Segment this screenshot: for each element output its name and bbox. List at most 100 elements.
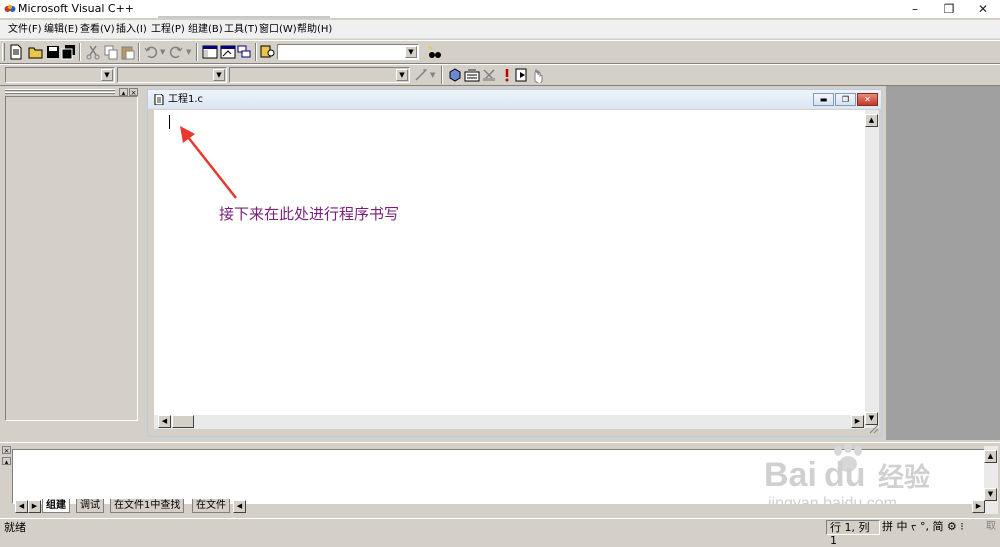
tab-find-in-files-1[interactable]: 在文件1中查找 (110, 499, 185, 513)
watermark-brand: Bai (764, 456, 817, 494)
output-hscroll-right-icon[interactable]: ▶ (972, 500, 985, 513)
menu-insert[interactable]: 插入(I) (116, 23, 147, 36)
output-hscroll-left-icon[interactable]: ◀ (233, 500, 246, 513)
watermark-url: jingyan.baidu.com (767, 495, 897, 512)
horizontal-scroll-thumb[interactable] (172, 415, 194, 428)
workspace-grip[interactable] (5, 92, 115, 94)
output-close-icon[interactable]: × (2, 446, 11, 455)
toolbar-separator (138, 43, 140, 61)
menu-tools[interactable]: 工具(T) (224, 23, 258, 36)
scroll-right-icon[interactable]: ▶ (851, 415, 864, 428)
output-scroll-up-icon[interactable]: ▲ (984, 450, 997, 463)
find-in-files-icon[interactable] (260, 44, 276, 60)
editor-close-button[interactable]: ✕ (857, 93, 878, 106)
new-text-file-icon[interactable] (8, 44, 24, 60)
ime-status[interactable]: 拼 中 ᠵ °, 简 ⚙ ⁝ (882, 520, 964, 533)
compile-icon[interactable] (447, 67, 463, 83)
document-tab-title: 工程1.c (168, 94, 204, 105)
editor-restore-button[interactable]: ❐ (835, 93, 856, 106)
workspace-grip[interactable] (5, 89, 115, 91)
close-button[interactable]: ✕ (966, 0, 1000, 18)
undo-icon[interactable] (143, 44, 159, 60)
toolbar-separator (196, 43, 198, 61)
restore-button[interactable]: ❐ (932, 0, 966, 18)
copy-icon[interactable] (103, 44, 119, 60)
redo-dropdown-icon[interactable]: ▼ (186, 48, 191, 56)
wizard-toolbar: ▼ ▼ ▼ ▼ (0, 64, 1000, 86)
editor-window: 工程1.c ▬ ❐ ✕ ▲ ▼ ◀ ▶ (147, 89, 882, 437)
standard-toolbar: ▼ ▼ ▼ (0, 40, 1000, 64)
workspace-close-icon[interactable]: × (129, 88, 138, 97)
toolbar-grip[interactable] (2, 43, 5, 61)
annotation-arrow (180, 126, 237, 199)
window-list-icon[interactable] (236, 44, 252, 60)
ime-toolbar[interactable]: 拼 中 ᠵ °, 简 ⚙ ⁝ (882, 519, 964, 535)
watermark-brand-2: du (824, 456, 866, 494)
output-window-icon[interactable] (220, 44, 236, 60)
members-combo[interactable]: ▼ (229, 67, 410, 83)
menu-project[interactable]: 工程(P) (151, 23, 185, 36)
open-folder-icon[interactable] (28, 44, 44, 60)
toolbar-separator (255, 43, 257, 61)
ime-extra: 取 (986, 521, 996, 532)
find-combo-arrow-icon[interactable]: ▼ (405, 46, 417, 58)
menu-view[interactable]: 查看(V) (80, 23, 115, 36)
save-icon[interactable] (45, 44, 61, 60)
workspace-tree[interactable] (5, 96, 138, 421)
filter-combo-arrow-icon[interactable]: ▼ (213, 69, 225, 81)
scroll-up-icon[interactable]: ▲ (865, 114, 878, 127)
baidu-jingyan-watermark: Bai du 经验 jingyan.baidu.com (764, 444, 930, 512)
mdi-background (886, 86, 1000, 440)
build-icon[interactable] (464, 67, 480, 83)
search-binoculars-icon[interactable] (427, 44, 443, 60)
status-line-column: 行 1, 列 1 (826, 520, 880, 547)
menu-file[interactable]: 文件(F) (8, 23, 42, 36)
editor-title-bar[interactable]: 工程1.c ▬ ❐ ✕ (148, 90, 881, 109)
tab-build[interactable]: 组建 (42, 499, 70, 513)
breakpoint-hand-icon[interactable] (530, 67, 546, 83)
find-combo[interactable]: ▼ (277, 44, 419, 60)
status-ready-text: 就绪 (4, 521, 26, 534)
class-combo-arrow-icon[interactable]: ▼ (101, 69, 113, 81)
annotation-text: 接下来在此处进行程序书写 (219, 205, 400, 223)
tab-find-in-files-2[interactable]: 在文件 (192, 499, 230, 513)
menu-help[interactable]: 帮助(H) (297, 23, 332, 36)
undo-dropdown-icon[interactable]: ▼ (160, 48, 165, 56)
toolbar-separator (79, 43, 81, 61)
output-scroll-down-icon[interactable]: ▼ (984, 488, 997, 501)
code-editor[interactable] (154, 110, 865, 415)
redo-icon[interactable] (168, 44, 184, 60)
tab-scroll-left-icon[interactable]: ◀ (15, 500, 28, 513)
workspace-window-icon[interactable] (202, 44, 218, 60)
paste-icon[interactable] (120, 44, 136, 60)
watermark-cn: 经验 (878, 462, 930, 493)
filter-combo[interactable]: ▼ (117, 67, 227, 83)
resize-grip-icon[interactable] (867, 422, 879, 434)
workspace-minimize-icon[interactable]: ▴ (119, 88, 128, 97)
cut-icon[interactable] (85, 44, 101, 60)
minimize-button[interactable]: – (898, 0, 932, 18)
menu-build[interactable]: 组建(B) (188, 23, 223, 36)
save-all-icon[interactable] (61, 44, 77, 60)
wizard-dropdown-icon[interactable]: ▼ (430, 71, 435, 79)
tab-debug[interactable]: 调试 (76, 499, 104, 513)
editor-minimize-button[interactable]: ▬ (813, 93, 834, 106)
workspace-pane: ▴ × (2, 86, 140, 424)
output-minimize-icon[interactable]: ▴ (2, 457, 11, 466)
editor-horizontal-scrollbar[interactable]: ◀ ▶ (154, 415, 865, 429)
editor-vertical-scrollbar[interactable]: ▲ ▼ (865, 110, 879, 428)
members-combo-arrow-icon[interactable]: ▼ (396, 69, 408, 81)
tab-scroll-right-icon[interactable]: ▶ (28, 500, 41, 513)
scroll-left-icon[interactable]: ◀ (158, 415, 171, 428)
go-icon[interactable] (514, 67, 530, 83)
output-vertical-scrollbar[interactable]: ▲ ▼ (984, 446, 998, 514)
menu-bar: 文件(F) 编辑(E) 查看(V) 插入(I) 工程(P) 组建(B) 工具(T… (0, 20, 1000, 39)
wizard-wand-icon[interactable] (413, 67, 429, 83)
menu-window[interactable]: 窗口(W) (259, 23, 297, 36)
stop-build-icon[interactable] (481, 67, 497, 83)
title-bar: Microsoft Visual C++ – ❐ ✕ (0, 0, 1000, 18)
execute-icon[interactable] (499, 67, 515, 83)
menu-edit[interactable]: 编辑(E) (44, 23, 78, 36)
class-combo[interactable]: ▼ (5, 67, 115, 83)
visual-cpp-app-icon (4, 4, 16, 12)
